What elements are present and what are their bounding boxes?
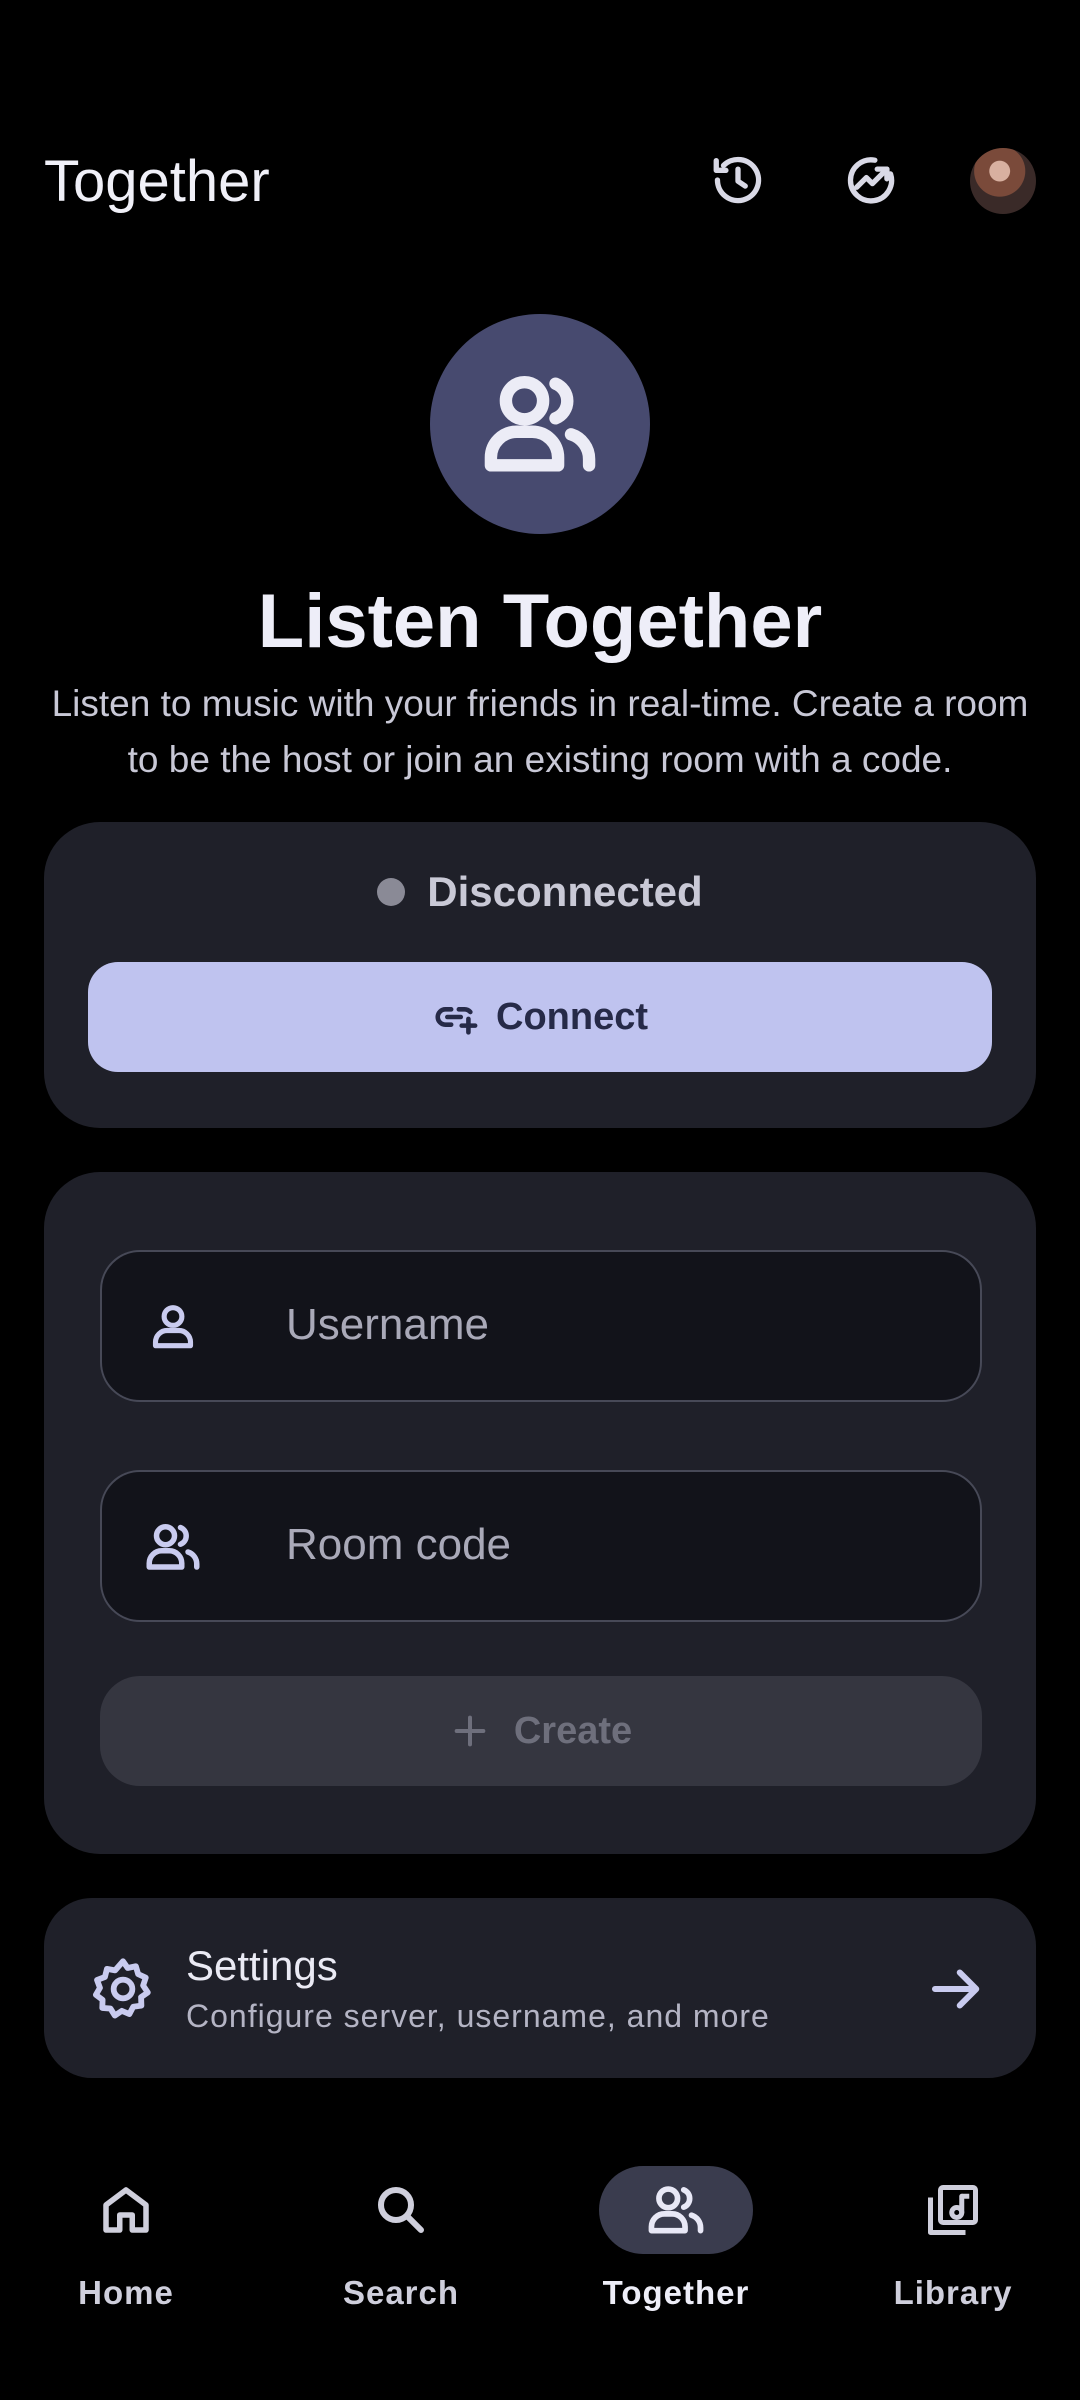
plus-icon [454, 1715, 486, 1747]
search-icon [378, 2187, 424, 2233]
connect-button-label: Connect [496, 995, 648, 1038]
hero-people-icon [430, 314, 650, 534]
profile-avatar[interactable] [970, 148, 1036, 214]
nav-library[interactable]: Library [843, 2166, 1063, 2326]
nav-search[interactable]: Search [291, 2166, 511, 2326]
status-text: Disconnected [427, 868, 703, 915]
gear-icon [92, 1958, 151, 2019]
nav-search-label: Search [342, 2274, 460, 2311]
room-code-field[interactable]: Room code [100, 1470, 982, 1622]
nav-home-label: Home [78, 2274, 174, 2311]
arrow-right-icon [931, 1969, 980, 2009]
person-icon [138, 1292, 208, 1362]
link-add-icon [435, 1007, 478, 1035]
connection-card: Disconnected Connect [44, 822, 1036, 1128]
hero-description: Listen to music with your friends in rea… [51, 683, 1029, 780]
people-icon [138, 1512, 208, 1582]
connection-status: Disconnected [44, 868, 1036, 916]
settings-title: Settings [186, 1942, 338, 1989]
top-app-bar: Together [0, 120, 1080, 240]
library-icon [928, 2185, 978, 2235]
status-dot [377, 878, 406, 906]
room-code-placeholder: Room code [286, 1520, 512, 1569]
history-icon[interactable] [704, 146, 772, 214]
room-form-card: Username Room code Create [44, 1172, 1036, 1854]
hero-title: Listen Together [257, 579, 823, 664]
username-placeholder: Username [286, 1300, 489, 1349]
trending-icon[interactable] [836, 146, 904, 214]
nav-library-label: Library [893, 2274, 1013, 2311]
nav-home[interactable]: Home [16, 2166, 236, 2326]
connect-button[interactable]: Connect [88, 962, 992, 1072]
settings-subtitle: Configure server, username, and more [186, 1998, 770, 2034]
bottom-navigation: Home Search Together Library [0, 2140, 1080, 2400]
username-field[interactable]: Username [100, 1250, 982, 1402]
home-icon [103, 2187, 149, 2233]
app-title: Together [44, 149, 270, 214]
create-button[interactable]: Create [100, 1676, 982, 1786]
settings-card[interactable]: Settings Configure server, username, and… [44, 1898, 1036, 2078]
people-icon [648, 2186, 704, 2234]
nav-together-label: Together [602, 2274, 750, 2311]
nav-together[interactable]: Together [566, 2166, 786, 2326]
create-button-label: Create [513, 1709, 633, 1752]
